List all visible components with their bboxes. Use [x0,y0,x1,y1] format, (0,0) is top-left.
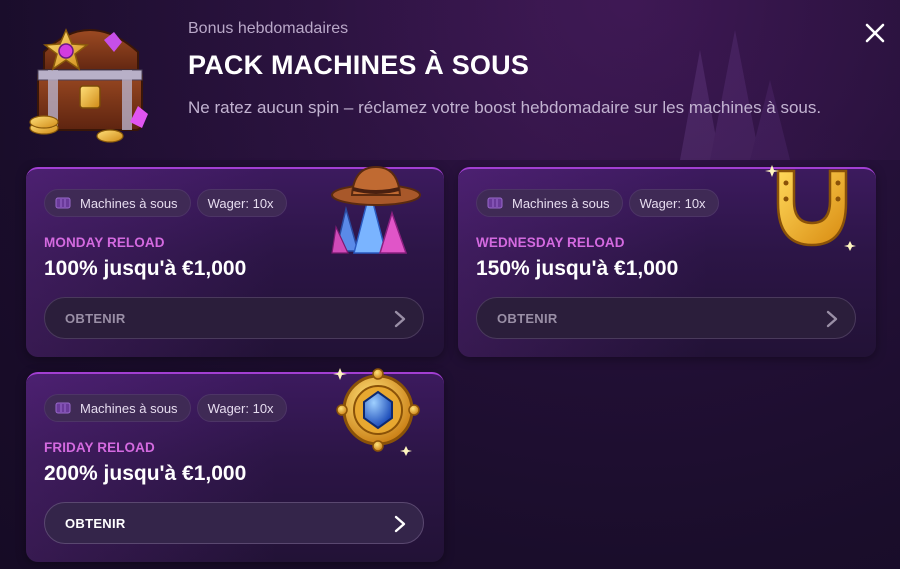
gold-sapphire-amulet-icon [333,368,420,456]
card-amount: 200% jusqu'à €1,000 [44,462,247,485]
header-subtitle: Bonus hebdomadaires [188,20,349,37]
wager-tag-label: Wager: 10x [207,400,274,416]
card-label: WEDNESDAY RELOAD [476,235,625,250]
claim-button-label: OBTENIR [497,310,558,326]
slot-machine-icon [487,197,503,209]
card-amount: 100% jusqu'à €1,000 [44,257,247,280]
header-description: Ne ratez aucun spin – réclamez votre boo… [188,98,822,117]
chevron-right-icon [394,310,406,328]
treasure-chest-icon [29,28,148,143]
category-tag-label: Machines à sous [80,195,178,211]
card-label: FRIDAY RELOAD [44,440,155,455]
category-tag: Machines à sous [44,394,191,422]
claim-button[interactable]: OBTENIR [44,297,424,339]
wager-tag: Wager: 10x [196,394,287,422]
claim-button[interactable]: OBTENIR [476,297,856,339]
slot-machine-icon [55,197,71,209]
wager-tag: Wager: 10x [628,189,719,217]
slot-machine-icon [55,402,71,414]
category-tag-label: Machines à sous [512,195,610,211]
wager-tag: Wager: 10x [196,189,287,217]
claim-button-label: OBTENIR [65,515,126,531]
card-tags: Machines à sous Wager: 10x [44,189,287,217]
close-icon[interactable] [862,20,888,46]
bonus-card-monday: Machines à sous Wager: 10x MONDAY RELOAD… [26,165,444,357]
golden-horseshoe-icon [765,165,856,251]
card-tags: Machines à sous Wager: 10x [44,394,287,422]
card-amount: 150% jusqu'à €1,000 [476,257,679,280]
wager-tag-label: Wager: 10x [639,195,706,211]
category-tag: Machines à sous [44,189,191,217]
chevron-right-icon [826,310,838,328]
card-tags: Machines à sous Wager: 10x [476,189,719,217]
claim-button-label: OBTENIR [65,310,126,326]
page-title: PACK MACHINES À SOUS [188,50,530,80]
cowboy-hat-crystals-icon [331,165,421,254]
claim-button[interactable]: OBTENIR [44,502,424,544]
category-tag: Machines à sous [476,189,623,217]
wager-tag-label: Wager: 10x [207,195,274,211]
bonus-card-friday: Machines à sous Wager: 10x FRIDAY RELOAD… [26,368,444,562]
chevron-right-icon [394,515,406,533]
category-tag-label: Machines à sous [80,400,178,416]
card-label: MONDAY RELOAD [44,235,165,250]
bonus-card-wednesday: Machines à sous Wager: 10x WEDNESDAY REL… [458,165,876,357]
background-crystals [680,30,790,160]
